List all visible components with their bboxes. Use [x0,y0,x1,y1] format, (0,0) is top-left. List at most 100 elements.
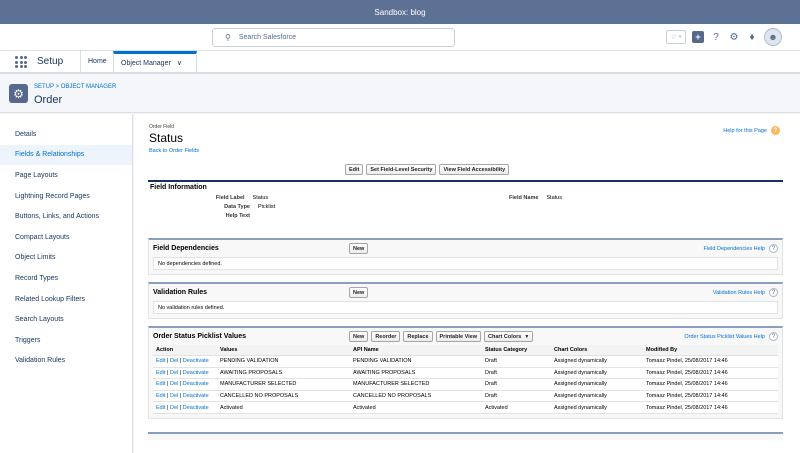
deactivate-link[interactable]: Deactivate [183,370,209,376]
edit-link[interactable]: Edit [156,381,165,387]
picklist-values-table: Action Values API Name Status Category C… [153,345,778,414]
sidebar-item-search-layouts[interactable]: Search Layouts [0,309,132,330]
field-label-value: Status [252,194,269,201]
app-name: Setup [37,56,64,67]
field-type-label: Order Field [149,124,175,130]
edit-link[interactable]: Edit [156,370,165,376]
help-label: Field Dependencies Help [703,245,765,252]
global-header: ⚲ Search Salesforce ☆ ▾ + ? ⚙ ♦ ☻ [0,24,800,51]
global-search[interactable]: ⚲ Search Salesforce [212,28,455,47]
reorder-button[interactable]: Reorder [371,331,401,342]
sidebar-item-triggers[interactable]: Triggers [0,330,132,351]
sidebar-item-validation-rules[interactable]: Validation Rules [0,351,132,372]
delete-link[interactable]: Del [170,393,178,399]
sidebar-item-buttons-links-actions[interactable]: Buttons, Links, and Actions [0,206,132,227]
cell-api-name: AWAITING PROPOSALS [350,367,482,380]
cell-status-category: Draft [482,378,551,391]
delete-link[interactable]: Del [170,405,178,411]
edit-link[interactable]: Edit [156,405,165,411]
row-actions: Edit | Del | Deactivate [153,355,217,368]
data-type-label: Data Type [224,203,250,210]
deactivate-link[interactable]: Deactivate [183,393,209,399]
cell-chart-colors: Assigned dynamically [551,390,643,403]
deactivate-link[interactable]: Deactivate [183,381,209,387]
row-actions: Edit | Del | Deactivate [153,378,217,391]
deactivate-link[interactable]: Deactivate [183,358,209,364]
sidebar-item-fields-relationships[interactable]: Fields & Relationships [0,144,132,166]
table-row: Edit | Del | Deactivate CANCELLED NO PRO… [153,390,778,403]
page-title: Order [34,94,63,106]
avatar[interactable]: ☻ [764,28,782,46]
chevron-down-icon[interactable]: ∨ [177,59,182,67]
plus-icon[interactable]: + [692,31,704,43]
column-header-chart-colors: Chart Colors [551,345,643,356]
replace-button[interactable]: Replace [403,331,433,342]
cell-modified-by: Tomasz Pindel, 25/08/2017 14:46 [643,390,778,403]
sidebar-item-details[interactable]: Details [0,124,132,145]
cell-value: PENDING VALIDATION [217,355,350,368]
section-title: Field Information [150,184,207,191]
field-row: Data Type Picklist [148,202,783,211]
data-type-value: Picklist [258,203,276,210]
gear-icon[interactable]: ⚙ [728,31,740,43]
modified-by-user-link[interactable]: Tomasz Pindel [646,381,682,387]
delete-link[interactable]: Del [170,358,178,364]
question-icon[interactable]: ? [710,31,722,43]
chart-colors-button[interactable]: Chart Colors ▼ [484,331,534,342]
question-icon: ? [769,288,778,297]
modified-date: , 25/08/2017 14:46 [681,404,728,411]
delete-link[interactable]: Del [170,381,178,387]
help-text-label: Help Text [225,212,250,219]
cell-modified-by: Tomasz Pindel, 25/08/2017 14:46 [643,355,778,368]
page-help-link[interactable]: Help for this Page ? [723,126,780,135]
sidebar-item-page-layouts[interactable]: Page Layouts [0,165,132,186]
sidebar-item-object-limits[interactable]: Object Limits [0,248,132,269]
new-value-button[interactable]: New [349,331,369,342]
field-label-label: Field Label [215,194,245,201]
breadcrumb[interactable]: SETUP > OBJECT MANAGER [34,84,116,90]
main-content: Order Field Status Back to Order Fields … [134,114,800,453]
delete-link[interactable]: Del [170,370,178,376]
validation-rules-help-link[interactable]: Validation Rules Help? [713,288,778,297]
picklist-help-link[interactable]: Order Status Picklist Values Help? [684,332,778,341]
field-level-security-button[interactable]: Set Field-Level Security [366,164,437,175]
cell-status-category: Draft [482,367,551,380]
cell-modified-by: Tomasz Pindel, 25/08/2017 14:46 [643,378,778,391]
tab-home-label: Home [88,58,107,65]
table-header-row: Action Values API Name Status Category C… [153,345,778,356]
row-actions: Edit | Del | Deactivate [153,401,217,414]
modified-by-user-link[interactable]: Tomasz Pindel [646,358,682,364]
separator: | [179,381,182,388]
chevron-down-icon: ▾ [678,34,682,40]
field-dependencies-help-link[interactable]: Field Dependencies Help? [704,244,778,253]
new-dependency-button[interactable]: New [349,243,369,254]
edit-link[interactable]: Edit [156,358,165,364]
modified-by-user-link[interactable]: Tomasz Pindel [646,393,682,399]
sidebar-item-compact-layouts[interactable]: Compact Layouts [0,227,132,248]
edit-link[interactable]: Edit [156,393,165,399]
field-header: Order Field Status Back to Order Fields [149,124,199,154]
table-row: Edit | Del | Deactivate MANUFACTURER SEL… [153,378,778,391]
modified-by-user-link[interactable]: Tomasz Pindel [646,370,682,376]
favorites-button[interactable]: ☆ ▾ [666,30,686,44]
back-link[interactable]: Back to Order Fields [149,148,199,154]
chart-colors-label: Chart Colors [488,333,522,340]
edit-button[interactable]: Edit [345,164,364,175]
tab-object-manager[interactable]: Object Manager ∨ [113,51,197,72]
row-actions: Edit | Del | Deactivate [153,367,217,380]
new-validation-rule-button[interactable]: New [349,287,369,298]
cell-api-name: MANUFACTURER SELECTED [350,378,482,391]
deactivate-link[interactable]: Deactivate [183,405,209,411]
view-field-accessibility-button[interactable]: View Field Accessibility [439,164,510,175]
bell-icon[interactable]: ♦ [746,31,758,43]
cell-chart-colors: Assigned dynamically [551,401,643,414]
tab-home[interactable]: Home [80,51,114,72]
sidebar-item-related-lookup-filters[interactable]: Related Lookup Filters [0,289,132,310]
table-row: Edit | Del | Deactivate PENDING VALIDATI… [153,355,778,368]
sidebar-item-lightning-record-pages[interactable]: Lightning Record Pages [0,186,132,207]
sidebar-item-record-types[interactable]: Record Types [0,268,132,289]
printable-view-button[interactable]: Printable View [435,331,482,342]
app-launcher-icon[interactable] [15,56,27,68]
separator: | [167,369,169,376]
modified-by-user-link[interactable]: Tomasz Pindel [646,405,682,411]
